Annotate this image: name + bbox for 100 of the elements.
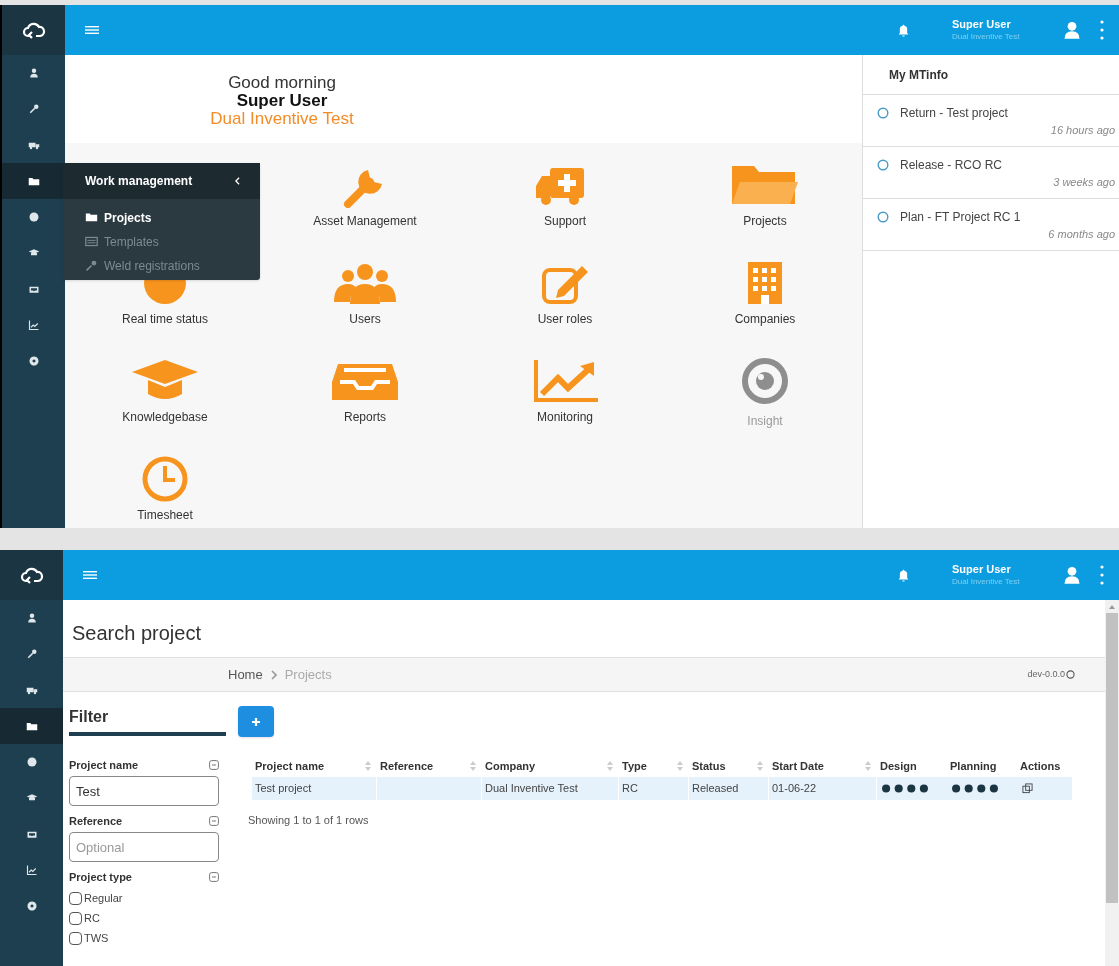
cloud-logo-icon (21, 21, 46, 39)
greeting-company: Dual Inventive Test (210, 110, 354, 128)
tile-label: Monitoring (537, 409, 593, 426)
flyout-item[interactable]: Projects (85, 207, 260, 228)
user-avatar-icon[interactable] (1062, 20, 1082, 40)
checkbox[interactable] (69, 911, 82, 925)
folder-icon (25, 720, 38, 732)
collapse-icon[interactable] (209, 760, 219, 770)
table-cell-text: Dual Inventive Test (485, 781, 578, 797)
dashboard-tile[interactable]: Users (265, 253, 465, 351)
column-header[interactable]: Type (619, 757, 689, 775)
more-icon[interactable] (1100, 564, 1104, 586)
user-company: Dual Inventive Test (952, 31, 1021, 42)
dashboard-tile[interactable]: Companies (665, 253, 862, 351)
sidebar-item[interactable] (2, 163, 65, 199)
wrench-icon (85, 259, 98, 272)
sort-icon[interactable] (470, 761, 476, 771)
tile-label: User roles (537, 311, 593, 328)
table-row[interactable]: Test project Dual Inventive Test RC Released 01-06-22 (252, 777, 1072, 800)
info-time: 3 weeks ago (1053, 175, 1115, 190)
tile-label: Projects (743, 213, 787, 230)
info-text: Release - RCO RC (900, 157, 1003, 174)
dashboard-tile[interactable]: Reports (265, 351, 465, 449)
scrollbar[interactable] (1105, 600, 1119, 966)
column-header[interactable]: Project name (252, 757, 377, 775)
info-icon (1066, 670, 1075, 679)
flyout-header[interactable]: Work management (63, 163, 260, 199)
table-footer: Showing 1 to 1 of 1 rows (248, 812, 1072, 829)
tile-label: Support (544, 213, 586, 230)
flyout-item-label: Templates (104, 233, 159, 251)
column-header[interactable]: Start Date (769, 757, 877, 775)
sort-icon[interactable] (365, 761, 371, 771)
scrollbar-thumb[interactable] (1106, 613, 1118, 903)
column-header: Planning (949, 758, 998, 774)
tile-label: Timesheet (137, 507, 193, 524)
text-field[interactable]: Test (69, 776, 219, 806)
wrench-icon (27, 103, 40, 115)
circle-icon (877, 211, 889, 223)
menu-icon (85, 26, 99, 34)
checkbox[interactable] (69, 891, 82, 905)
info-time: 16 hours ago (1050, 123, 1115, 138)
table-cell-text: RC (622, 781, 638, 797)
checkbox-label: TWS (84, 930, 109, 946)
tile-label: Real time status (121, 311, 208, 328)
progress-dots-icon (950, 784, 1000, 793)
list-icon (85, 235, 98, 248)
filter-title: Filter (69, 707, 110, 727)
collapse-icon[interactable] (209, 872, 219, 882)
dashboard-tile[interactable]: Knowledgebase (65, 351, 265, 449)
sort-icon[interactable] (607, 761, 613, 771)
panel-title: My MTinfo (889, 66, 949, 84)
checkbox[interactable] (69, 931, 82, 945)
greeting-text: Good morning (228, 74, 336, 92)
sort-icon[interactable] (865, 761, 871, 771)
filter-label: Project name (69, 757, 139, 773)
user-name: Super User (952, 563, 1012, 577)
dashboard-tile[interactable]: Monitoring (465, 351, 665, 449)
dashboard-tile[interactable]: Support (465, 155, 665, 253)
column-header: Design (879, 758, 918, 774)
user-name: Super User (952, 18, 1012, 32)
filter-label: Project type (69, 869, 132, 885)
dashboard-tile[interactable]: Projects (665, 155, 862, 253)
dashboard-tile[interactable]: User roles (465, 253, 665, 351)
user-company: Dual Inventive Test (952, 576, 1021, 587)
sort-icon[interactable] (757, 761, 763, 771)
sort-icon[interactable] (677, 761, 683, 771)
tile-label: Insight (747, 413, 783, 430)
collapse-icon[interactable] (209, 816, 219, 826)
table-cell-text: 01-06-22 (772, 781, 817, 797)
flyout-item-label: Projects (104, 209, 152, 227)
scroll-up-icon[interactable] (1109, 605, 1115, 609)
column-header[interactable]: Status (689, 757, 769, 775)
text-field[interactable]: Optional (69, 832, 219, 862)
info-item[interactable]: Return - Test project 16 hours ago (863, 95, 1119, 147)
more-icon[interactable] (1100, 19, 1104, 41)
checkbox-label: RC (84, 910, 100, 926)
user-avatar-icon[interactable] (1062, 565, 1082, 585)
add-button[interactable] (238, 706, 274, 737)
filter-label: Reference (69, 813, 123, 829)
tile-label: Companies (734, 311, 796, 328)
info-item[interactable]: Release - RCO RC 3 weeks ago (863, 147, 1119, 199)
flyout-item-label: Weld registrations (104, 257, 200, 275)
bell-icon[interactable] (897, 568, 910, 582)
column-header[interactable]: Reference (377, 757, 482, 775)
info-item[interactable]: Plan - FT Project RC 1 6 months ago (863, 199, 1119, 251)
settings-icon (27, 355, 40, 367)
column-header[interactable]: Company (482, 757, 619, 775)
table-cell-text: Released (692, 781, 739, 797)
dashboard-tile[interactable]: Asset Management (265, 155, 465, 253)
copy-icon[interactable] (1022, 783, 1033, 794)
checkbox-label: Regular (84, 890, 123, 906)
cloud-logo-icon (19, 566, 44, 584)
dashboard-tile[interactable]: Timesheet (65, 449, 265, 528)
bell-icon[interactable] (897, 23, 910, 37)
circle-icon (877, 159, 889, 171)
folder-icon (27, 175, 40, 187)
sidebar-item[interactable] (0, 708, 63, 744)
breadcrumb-link[interactable]: Home (228, 664, 263, 685)
page-title: Search project (72, 621, 201, 646)
chart-icon (27, 319, 40, 331)
